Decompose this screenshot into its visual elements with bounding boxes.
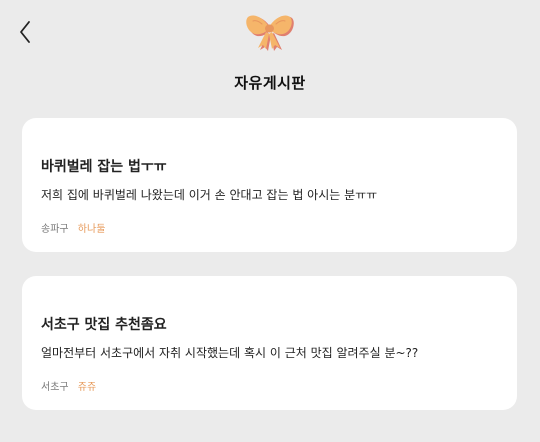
chevron-left-icon [20,21,30,43]
post-title: 바퀴벌레 잡는 법ㅜㅠ [41,159,167,175]
ribbon-bow-icon [245,12,295,52]
post-body: 저희 집에 바퀴벌레 나왔는데 이거 손 안대고 잡는 법 아시는 분ㅠㅠ [41,188,378,202]
post-author: 하나둘 [77,224,106,235]
post-title: 서초구 맛집 추천좀요 [41,317,167,333]
post-meta: 서초구 쥬쥬 [41,378,96,393]
post-meta: 송파구 하나둘 [41,220,105,235]
page-title: 자유게시판 [234,74,306,92]
back-button[interactable] [14,19,38,45]
post-location: 송파구 [41,224,69,235]
post-card[interactable]: 바퀴벌레 잡는 법ㅜㅠ 저희 집에 바퀴벌레 나왔는데 이거 손 안대고 잡는 … [22,118,517,252]
post-author: 쥬쥬 [77,382,97,393]
post-location: 서초구 [41,382,69,393]
post-card[interactable]: 서초구 맛집 추천좀요 얼마전부터 서초구에서 자취 시작했는데 혹시 이 근처… [22,276,517,410]
post-body: 얼마전부터 서초구에서 자취 시작했는데 혹시 이 근처 맛집 알려주실 분~?… [41,346,419,360]
